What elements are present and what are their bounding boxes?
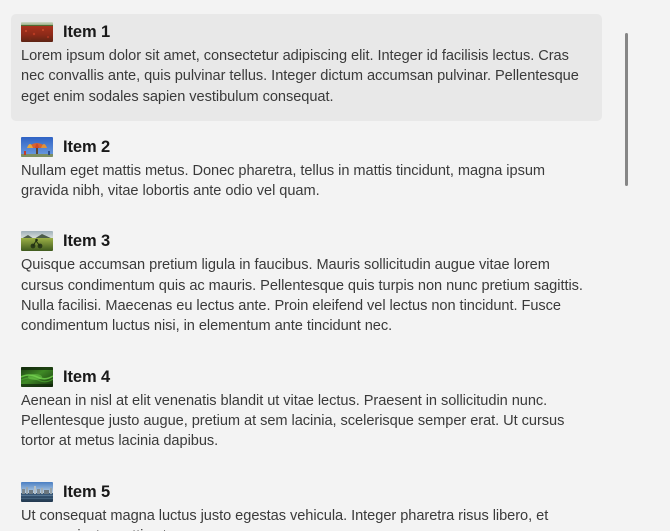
carnival-ride-sky-thumbnail [21, 136, 53, 157]
list-item-body: Nullam eget mattis metus. Donec pharetra… [21, 162, 545, 200]
list-item[interactable]: Item 5 Ut consequat magna luctus justo e… [11, 474, 602, 531]
list-item[interactable]: Item 2 Nullam eget mattis metus. Donec p… [11, 129, 602, 216]
list-item-header: Item 2 [21, 129, 592, 161]
cyclist-landscape-thumbnail [21, 231, 53, 252]
list-item-title: Item 1 [63, 23, 111, 41]
green-foliage-thumbnail [21, 366, 53, 387]
vertical-scrollbar[interactable] [625, 14, 628, 517]
list-item-body: Aenean in nisl at elit venenatis blandit… [21, 392, 565, 450]
list-container: Item 1 Lorem ipsum dolor sit amet, conse… [0, 0, 640, 531]
scrollbar-thumb[interactable] [625, 33, 628, 186]
list-item-body: Ut consequat magna luctus justo egestas … [21, 507, 549, 531]
list-item-header: Item 1 [21, 14, 592, 46]
list-item-header: Item 4 [21, 359, 592, 391]
poppy-field-thumbnail [21, 22, 53, 42]
list-item-title: Item 4 [63, 367, 111, 386]
list-item-body: Quisque accumsan pretium ligula in fauci… [21, 257, 583, 335]
list-item[interactable]: Item 3 Quisque accumsan pretium ligula i… [11, 223, 602, 350]
list-item-body: Lorem ipsum dolor sit amet, consectetur … [21, 48, 579, 105]
list-item[interactable]: Item 1 Lorem ipsum dolor sit amet, conse… [11, 14, 602, 121]
list-item-title: Item 2 [63, 137, 111, 156]
harbor-cityscape-thumbnail [21, 481, 53, 502]
list-item[interactable]: Item 4 Aenean in nisl at elit venenatis … [11, 359, 602, 466]
list-item-title: Item 5 [63, 482, 111, 501]
list-item-title: Item 3 [63, 232, 111, 251]
list-view-window: Item 1 Lorem ipsum dolor sit amet, conse… [0, 0, 670, 531]
list-item-header: Item 5 [21, 474, 592, 506]
list-item-header: Item 3 [21, 223, 592, 255]
list-scroll-viewport[interactable]: Item 1 Lorem ipsum dolor sit amet, conse… [0, 0, 670, 531]
